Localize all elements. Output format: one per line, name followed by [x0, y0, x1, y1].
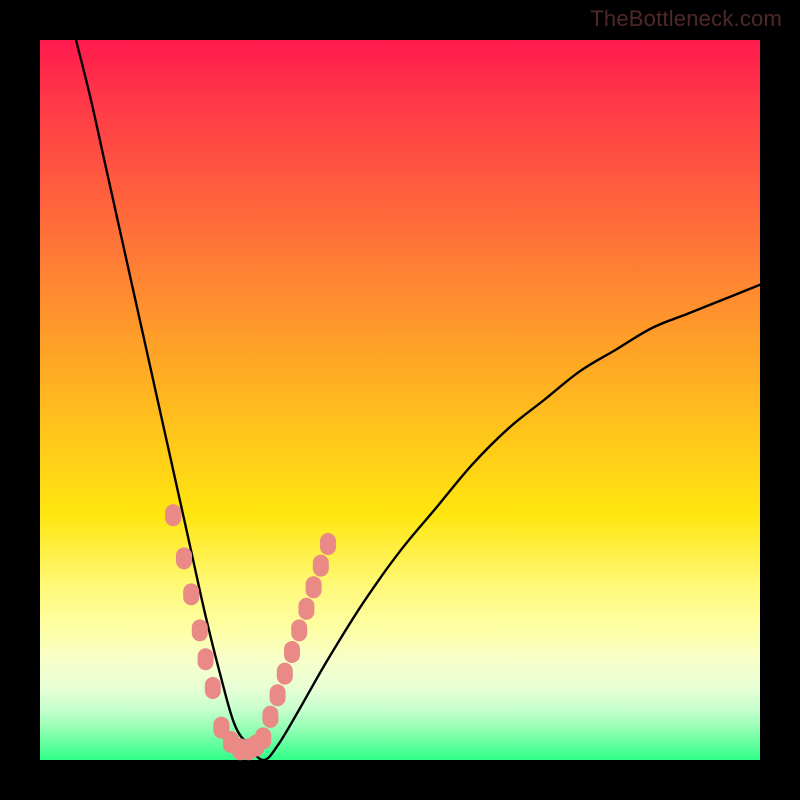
chart-svg — [40, 40, 760, 760]
curve-layer — [76, 40, 760, 760]
marker-dot — [313, 555, 329, 577]
marker-dot — [306, 576, 322, 598]
marker-dot — [291, 619, 307, 641]
chart-frame: TheBottleneck.com — [0, 0, 800, 800]
marker-dot — [277, 663, 293, 685]
marker-dot — [262, 706, 278, 728]
marker-dot — [165, 504, 181, 526]
marker-dot — [192, 619, 208, 641]
marker-dots — [165, 504, 336, 760]
marker-dot — [183, 583, 199, 605]
marker-dot — [198, 648, 214, 670]
marker-dot — [270, 684, 286, 706]
plot-area — [40, 40, 760, 760]
marker-dot — [205, 677, 221, 699]
marker-dot — [320, 533, 336, 555]
watermark-text: TheBottleneck.com — [590, 6, 782, 32]
bottleneck-curve — [76, 40, 760, 760]
marker-dot — [284, 641, 300, 663]
marker-dot — [298, 598, 314, 620]
marker-dot — [176, 547, 192, 569]
marker-dot — [255, 727, 271, 749]
